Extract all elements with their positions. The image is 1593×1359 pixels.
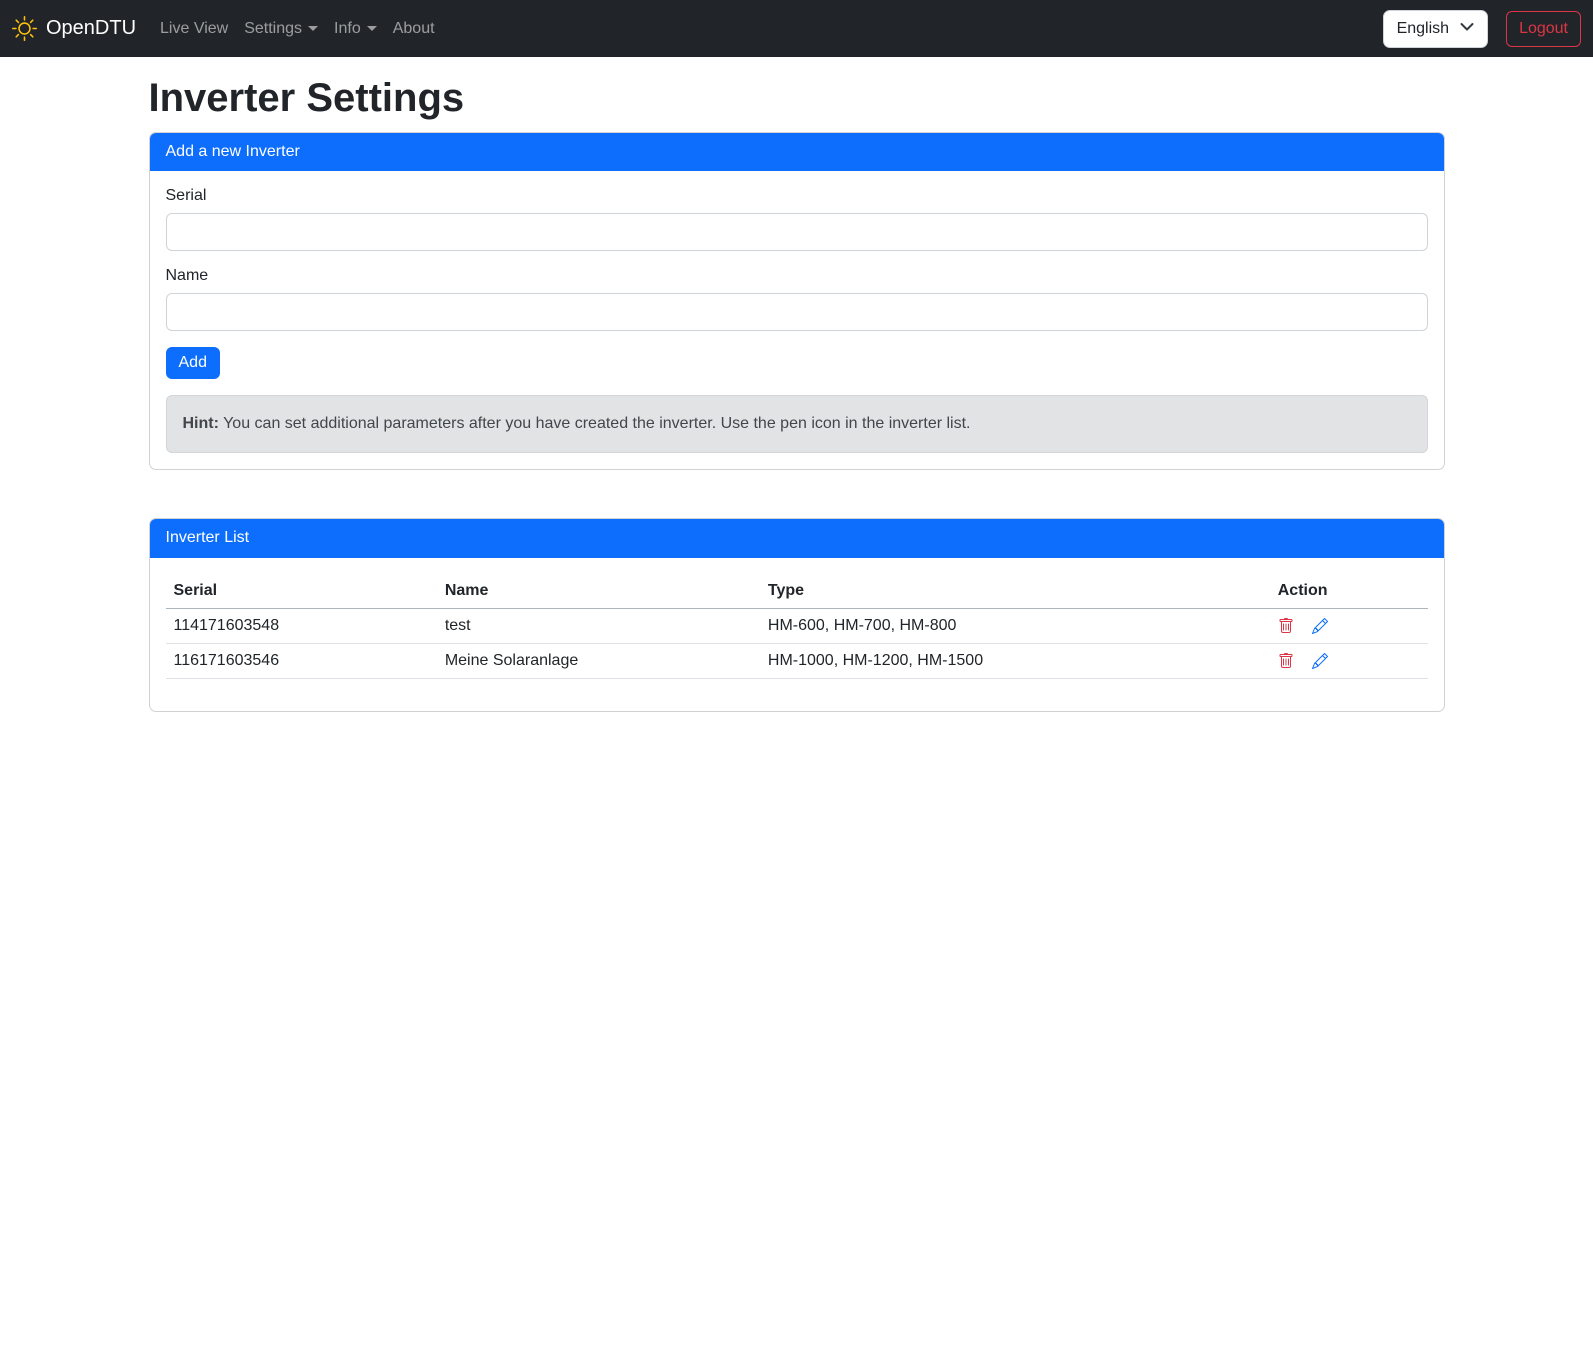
cell-action — [1270, 608, 1428, 643]
table-row: 116171603546 Meine Solaranlage HM-1000, … — [166, 643, 1428, 678]
add-inverter-card: Add a new Inverter Serial Name Add Hint:… — [149, 132, 1445, 470]
main-content: Inverter Settings Add a new Inverter Ser… — [136, 74, 1458, 712]
column-header-serial: Serial — [166, 574, 437, 609]
chevron-down-icon — [1459, 18, 1475, 39]
hint-alert: Hint: You can set additional parameters … — [166, 395, 1428, 453]
delete-inverter-button[interactable] — [1278, 653, 1294, 669]
cell-name: test — [437, 608, 760, 643]
table-row: 114171603548 test HM-600, HM-700, HM-800 — [166, 608, 1428, 643]
cell-type: HM-600, HM-700, HM-800 — [760, 608, 1270, 643]
serial-label: Serial — [166, 187, 1428, 205]
language-selected-value: English — [1397, 20, 1449, 38]
navbar-right: English Logout — [1383, 10, 1581, 48]
cell-type: HM-1000, HM-1200, HM-1500 — [760, 643, 1270, 678]
cell-action — [1270, 643, 1428, 678]
cell-serial: 114171603548 — [166, 608, 437, 643]
inverter-list-card-header: Inverter List — [150, 519, 1444, 557]
hint-prefix: Hint: — [183, 415, 219, 432]
name-input[interactable] — [166, 293, 1428, 331]
add-inverter-card-header: Add a new Inverter — [150, 133, 1444, 171]
inverter-list-card: Inverter List Serial Name Type Action 11… — [149, 518, 1445, 711]
nav-item-live-view[interactable]: Live View — [152, 12, 236, 46]
pencil-icon — [1312, 653, 1328, 669]
column-header-name: Name — [437, 574, 760, 609]
edit-inverter-button[interactable] — [1312, 618, 1328, 634]
navbar: OpenDTU Live View Settings Info About En… — [0, 0, 1593, 57]
name-label: Name — [166, 267, 1428, 285]
inverter-list-card-body: Serial Name Type Action 114171603548 tes… — [150, 558, 1444, 711]
cell-name: Meine Solaranlage — [437, 643, 760, 678]
cell-serial: 116171603546 — [166, 643, 437, 678]
sun-icon — [12, 16, 37, 41]
trash-icon — [1278, 618, 1294, 634]
caret-down-icon — [367, 26, 377, 31]
edit-inverter-button[interactable] — [1312, 653, 1328, 669]
inverter-table-body: 114171603548 test HM-600, HM-700, HM-800 — [166, 608, 1428, 678]
serial-input[interactable] — [166, 213, 1428, 251]
delete-inverter-button[interactable] — [1278, 618, 1294, 634]
nav-links: Live View Settings Info About — [152, 12, 443, 46]
logout-button[interactable]: Logout — [1506, 11, 1581, 47]
nav-item-about[interactable]: About — [385, 12, 443, 46]
caret-down-icon — [308, 26, 318, 31]
column-header-action: Action — [1270, 574, 1428, 609]
brand-label: OpenDTU — [46, 17, 136, 40]
add-button[interactable]: Add — [166, 347, 220, 379]
pencil-icon — [1312, 618, 1328, 634]
language-select[interactable]: English — [1383, 10, 1488, 48]
nav-item-settings[interactable]: Settings — [236, 12, 326, 46]
add-inverter-card-body: Serial Name Add Hint: You can set additi… — [150, 171, 1444, 469]
inverter-table: Serial Name Type Action 114171603548 tes… — [166, 574, 1428, 679]
trash-icon — [1278, 653, 1294, 669]
hint-text: You can set additional parameters after … — [219, 415, 971, 432]
table-header-row: Serial Name Type Action — [166, 574, 1428, 609]
page-title: Inverter Settings — [149, 74, 1445, 122]
column-header-type: Type — [760, 574, 1270, 609]
brand-link[interactable]: OpenDTU — [12, 16, 136, 41]
nav-item-info[interactable]: Info — [326, 12, 385, 46]
